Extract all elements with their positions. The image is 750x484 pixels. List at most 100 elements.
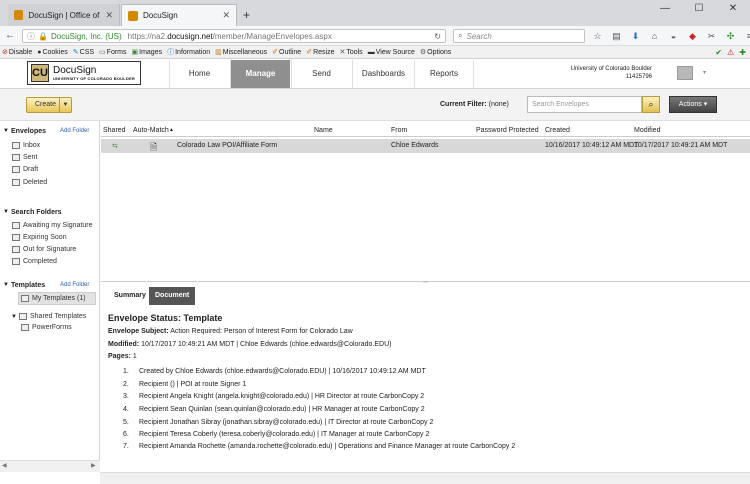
- reading-list-icon[interactable]: ▤: [609, 28, 624, 44]
- collapse-triangle-icon[interactable]: ▼: [11, 314, 17, 320]
- maximize-button[interactable]: ☐: [682, 0, 716, 18]
- create-button[interactable]: Create ▼: [26, 97, 72, 113]
- close-window-button[interactable]: ✕: [716, 0, 750, 18]
- sidebar-item-deleted[interactable]: Deleted: [12, 179, 47, 186]
- devbar-miscellaneous[interactable]: ▥ Miscellaneous: [215, 48, 267, 57]
- scroll-right-icon[interactable]: ▶: [91, 462, 96, 469]
- chevron-down-icon[interactable]: ▼: [59, 98, 71, 112]
- bookmark-star-icon[interactable]: ☆: [590, 28, 605, 44]
- templates-header: Templates: [11, 282, 46, 289]
- nav-reports[interactable]: Reports: [414, 60, 474, 88]
- devbar-tools[interactable]: ✕ Tools: [339, 48, 362, 57]
- sort-ascending-icon: ▲: [169, 127, 174, 133]
- devbar-label: Options: [427, 48, 452, 56]
- horizontal-scrollbar[interactable]: [100, 472, 750, 484]
- devbar-cookies[interactable]: ● Cookies: [37, 49, 68, 56]
- envelope-search-input[interactable]: Search Envelopes: [527, 96, 642, 113]
- pane-splitter[interactable]: ═: [101, 280, 750, 286]
- url-prefix: https://na2.: [127, 31, 168, 41]
- envelope-subject: Envelope Subject: Action Required: Perso…: [108, 328, 353, 335]
- nav-home[interactable]: Home: [169, 60, 229, 88]
- ublock-icon[interactable]: ◆: [685, 28, 700, 44]
- actions-label: Actions: [678, 101, 702, 108]
- window-controls: — ☐ ✕: [648, 0, 750, 18]
- sidebar-item-completed[interactable]: Completed: [12, 258, 57, 265]
- tab-document[interactable]: Document: [149, 287, 195, 305]
- column-name[interactable]: Name: [314, 127, 333, 134]
- tools-icon[interactable]: ✣: [723, 28, 738, 44]
- collapse-triangle-icon[interactable]: ▼: [3, 128, 9, 134]
- collapse-triangle-icon[interactable]: ▼: [3, 282, 9, 288]
- devbar-information[interactable]: ⓘ Information: [167, 47, 210, 57]
- url-bar[interactable]: ⓘ 🔒 DocuSign, Inc. (US) https://na2. docu…: [22, 29, 446, 43]
- column-modified[interactable]: Modified: [634, 127, 660, 134]
- nav-manage[interactable]: Manage: [230, 60, 290, 88]
- sidebar-item-sent[interactable]: Sent: [12, 154, 37, 161]
- column-created[interactable]: Created: [545, 127, 570, 134]
- extension-icon[interactable]: ✂: [704, 28, 719, 44]
- devbar-label: Forms: [106, 48, 127, 56]
- row-created: 10/16/2017 10:49:12 AM MDT: [545, 142, 639, 149]
- add-folder-link[interactable]: Add Folder: [60, 128, 89, 134]
- docusign-logo[interactable]: CU DocuSign UNIVERSITY OF COLORADO BOULD…: [27, 61, 141, 85]
- sidebar-item-shared-templates[interactable]: Shared Templates: [19, 313, 86, 320]
- reload-icon[interactable]: ↻: [434, 32, 441, 41]
- new-tab-button[interactable]: +: [243, 8, 250, 22]
- menu-icon[interactable]: ≡: [742, 28, 750, 44]
- account-info[interactable]: University of Colorado Boulder 11425796: [556, 65, 652, 81]
- shared-folder-icon: [19, 313, 27, 320]
- sidebar-item-expiring-soon[interactable]: Expiring Soon: [12, 234, 67, 241]
- sidebar-item-out-for-signature[interactable]: Out for Signature: [12, 246, 76, 253]
- info-icon[interactable]: ⓘ: [27, 31, 35, 42]
- column-from[interactable]: From: [391, 127, 407, 134]
- actions-button[interactable]: Actions ▾: [669, 96, 717, 113]
- tab-summary[interactable]: Summary: [108, 287, 148, 305]
- sidebar-item-my-templates[interactable]: My Templates (1): [21, 295, 86, 302]
- scroll-left-icon[interactable]: ◀: [2, 462, 7, 469]
- trash-icon: [12, 179, 20, 186]
- devbar-disable[interactable]: ⊘ Disable: [2, 48, 32, 57]
- devbar-forms[interactable]: ▭ Forms: [99, 48, 127, 57]
- devbar-label: Cookies: [42, 48, 68, 56]
- table-row[interactable]: ⇆ 🗎 Colorado Law POI/Affiliate Form Chlo…: [101, 139, 750, 153]
- sidebar-item-draft[interactable]: Draft: [12, 166, 38, 173]
- sidebar-item-powerforms[interactable]: PowerForms: [21, 324, 72, 331]
- column-password-protected[interactable]: Password Protected: [476, 127, 539, 134]
- row-name[interactable]: Colorado Law POI/Affiliate Form: [177, 142, 277, 149]
- history-number: 1.: [123, 368, 129, 375]
- current-filter-label: Current Filter:: [440, 101, 487, 108]
- sidebar-horizontal-scrollbar[interactable]: ◀ ▶: [0, 460, 100, 472]
- sidebar-item-awaiting-signature[interactable]: Awaiting my Signature: [12, 222, 93, 229]
- devbar-outline[interactable]: ✐ Outline: [272, 48, 301, 57]
- close-tab-icon[interactable]: ✕: [222, 10, 230, 21]
- close-tab-icon[interactable]: ✕: [105, 10, 113, 21]
- collapse-triangle-icon[interactable]: ▼: [3, 209, 9, 215]
- download-icon[interactable]: ⬇: [628, 28, 643, 44]
- back-arrow-icon[interactable]: ←: [3, 30, 17, 41]
- browser-tab-docusign-office[interactable]: DocuSign | Office of Informa ✕: [8, 4, 120, 26]
- nav-send[interactable]: Send: [291, 60, 351, 88]
- devbar-resize[interactable]: ✐ Resize: [306, 48, 334, 57]
- chevron-down-icon[interactable]: ▾: [703, 69, 706, 76]
- sidebar-item-inbox[interactable]: Inbox: [12, 142, 40, 149]
- search-folder-icon: [12, 246, 20, 253]
- browser-tab-docusign[interactable]: DocuSign ✕: [121, 4, 237, 26]
- pocket-icon[interactable]: ◒: [666, 28, 681, 44]
- devbar-images[interactable]: ▣ Images: [132, 48, 163, 57]
- url-path: /member/ManageEnvelopes.aspx: [212, 31, 332, 41]
- browser-search-box[interactable]: ⌕ Search: [453, 29, 585, 43]
- devbar-view-source[interactable]: ▬ View Source: [368, 49, 415, 56]
- column-shared[interactable]: Shared: [103, 127, 126, 134]
- nav-dashboards[interactable]: Dashboards: [352, 60, 414, 88]
- templates-add-folder-link[interactable]: Add Folder: [60, 282, 89, 288]
- column-auto-match[interactable]: Auto-Match: [133, 127, 169, 134]
- search-button[interactable]: ⌕: [642, 96, 660, 113]
- home-icon[interactable]: ⌂: [647, 28, 662, 44]
- list-item: 5. Recipient Jonathan Sibray (jonathan.si…: [123, 419, 433, 426]
- history-text: Recipient Teresa Coberly (teresa.coberly…: [139, 431, 430, 438]
- devbar-options[interactable]: ⚙ Options: [420, 48, 452, 57]
- minimize-button[interactable]: —: [648, 0, 682, 18]
- search-icon: ⌕: [458, 31, 463, 40]
- devbar-css[interactable]: ✎ CSS: [73, 48, 94, 57]
- avatar[interactable]: [677, 66, 693, 80]
